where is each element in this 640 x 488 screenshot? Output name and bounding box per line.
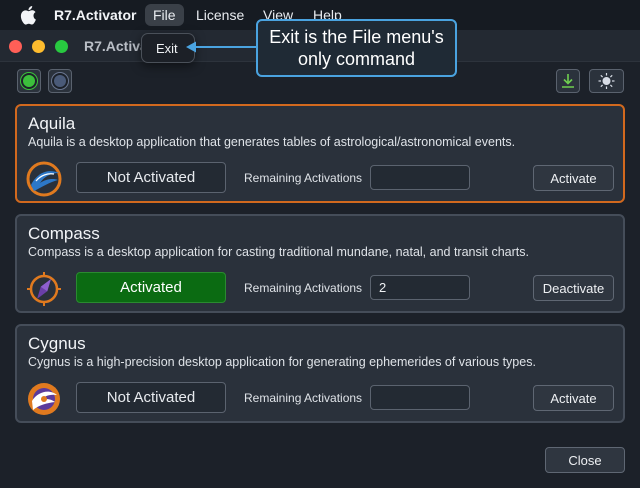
download-icon [562,74,574,88]
app-window: R7.Activator Aquila Aquila is a desktop … [0,30,640,488]
compass-logo-icon [27,272,61,306]
aquila-logo-icon [26,161,62,197]
window-close-button[interactable] [9,40,22,53]
product-card-compass[interactable]: Compass Compass is a desktop application… [15,214,625,313]
menu-item-exit[interactable]: Exit [156,41,178,56]
remaining-activations-field[interactable] [370,165,470,190]
download-button[interactable] [556,69,580,93]
remaining-activations-label: Remaining Activations [244,171,363,185]
deactivate-button[interactable]: Deactivate [533,275,614,301]
product-description: Cygnus is a high-precision desktop appli… [28,355,536,369]
product-description: Aquila is a desktop application that gen… [28,135,516,149]
remaining-activations-field[interactable] [370,385,470,410]
window-zoom-button[interactable] [55,40,68,53]
theme-toggle-button[interactable] [589,69,624,93]
remaining-activations-field[interactable] [370,275,470,300]
menu-file[interactable]: File [145,4,184,26]
activate-button[interactable]: Activate [533,385,614,411]
product-name: Compass [28,224,100,243]
remaining-activations-label: Remaining Activations [244,281,363,295]
sun-icon [598,73,615,89]
product-description: Compass is a desktop application for cas… [28,245,529,259]
menubar-app-name[interactable]: R7.Activator [54,7,136,23]
window-minimize-button[interactable] [32,40,45,53]
cygnus-logo-icon [28,383,60,415]
activation-status: Not Activated [76,162,226,193]
apple-logo-icon[interactable] [19,5,37,25]
green-circle-icon [23,75,35,87]
annotation-callout: Exit is the File menu's only command [256,19,457,77]
theme-green-button[interactable] [17,69,41,93]
menu-license[interactable]: License [188,4,252,26]
blue-circle-icon [54,75,66,87]
remaining-activations-label: Remaining Activations [244,391,363,405]
callout-arrow [186,41,257,53]
product-name: Aquila [28,114,76,133]
close-button[interactable]: Close [545,447,625,473]
product-name: Cygnus [28,334,86,353]
product-card-cygnus[interactable]: Cygnus Cygnus is a high-precision deskto… [15,324,625,423]
activate-button[interactable]: Activate [533,165,614,191]
product-card-aquila[interactable]: Aquila Aquila is a desktop application t… [15,104,625,203]
activation-status: Not Activated [76,382,226,413]
theme-blue-button[interactable] [48,69,72,93]
activation-status: Activated [76,272,226,303]
